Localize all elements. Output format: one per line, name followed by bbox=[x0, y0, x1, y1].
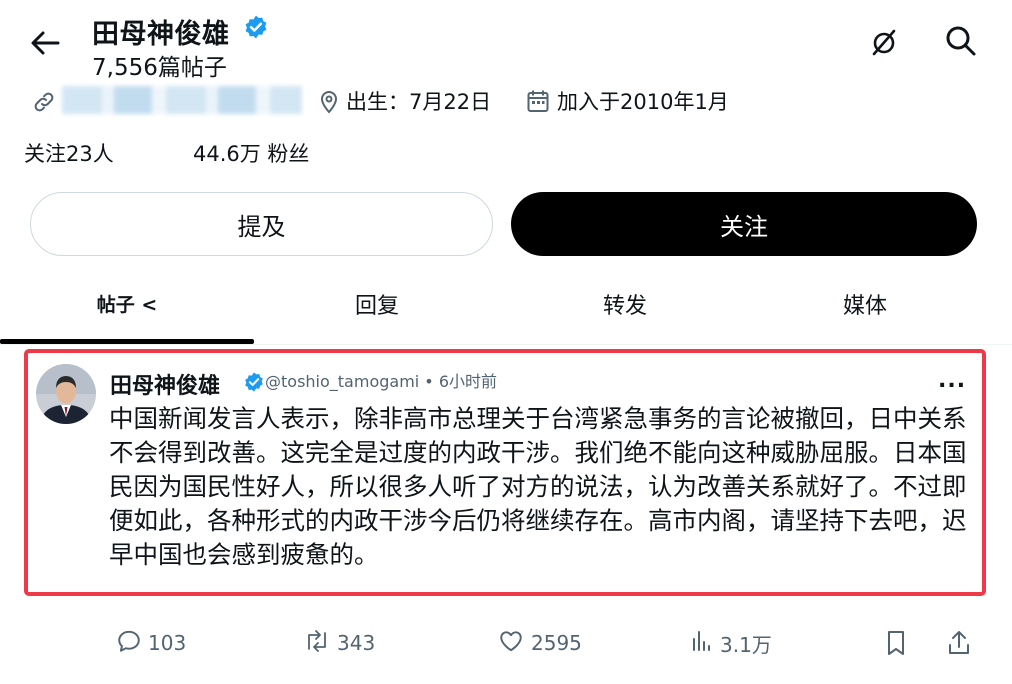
tab-replies[interactable]: 回复 bbox=[254, 280, 500, 342]
views-button[interactable]: 3.1万 bbox=[690, 628, 772, 658]
location-icon bbox=[317, 88, 341, 114]
joined-date: 加入于2010年1月 bbox=[557, 90, 729, 114]
reply-icon bbox=[116, 628, 148, 659]
like-button[interactable]: 2595 bbox=[497, 628, 582, 658]
avatar[interactable] bbox=[36, 364, 96, 424]
profile-link-redacted[interactable] bbox=[62, 86, 302, 114]
link-icon bbox=[32, 90, 56, 114]
repost-count: 343 bbox=[337, 631, 376, 655]
birth-date: 出生：7月22日 bbox=[346, 90, 492, 114]
post-author-name[interactable]: 田母神俊雄 bbox=[110, 368, 220, 400]
follow-button[interactable]: 关注 bbox=[511, 192, 977, 256]
post-count: 7,556篇帖子 bbox=[92, 55, 227, 81]
reply-count: 103 bbox=[148, 631, 187, 655]
post-text: 中国新闻发言人表示，除非高市总理关于台湾紧急事务的言论被撤回，日中关系不会得到改… bbox=[109, 404, 967, 569]
like-icon bbox=[497, 628, 531, 659]
mute-icon[interactable] bbox=[868, 26, 900, 58]
tab-media[interactable]: 媒体 bbox=[750, 280, 980, 342]
more-options-button[interactable]: ... bbox=[938, 368, 966, 393]
tab-divider bbox=[0, 344, 1012, 345]
bookmark-icon[interactable] bbox=[884, 628, 914, 658]
tab-posts[interactable]: 帖子 < bbox=[0, 280, 254, 342]
back-arrow-icon[interactable] bbox=[28, 26, 62, 60]
verified-icon bbox=[243, 371, 265, 393]
repost-icon bbox=[303, 628, 337, 659]
share-icon[interactable] bbox=[946, 628, 978, 658]
reply-button[interactable]: 103 bbox=[116, 628, 186, 658]
views-icon bbox=[690, 628, 720, 659]
mention-button[interactable]: 提及 bbox=[30, 192, 493, 256]
followers-count[interactable]: 44.6万 粉丝 bbox=[193, 138, 309, 168]
tab-reposts[interactable]: 转发 bbox=[500, 280, 750, 342]
post-handle-time[interactable]: @toshio_tamogami • 6小时前 bbox=[265, 368, 497, 392]
following-count[interactable]: 关注23人 bbox=[24, 138, 114, 168]
repost-button[interactable]: 343 bbox=[303, 628, 375, 658]
calendar-icon bbox=[526, 88, 550, 114]
profile-name: 田母神俊雄 bbox=[92, 19, 230, 50]
search-icon[interactable] bbox=[944, 24, 978, 58]
views-count: 3.1万 bbox=[720, 632, 772, 657]
verified-icon bbox=[243, 14, 269, 40]
like-count: 2595 bbox=[531, 631, 582, 655]
